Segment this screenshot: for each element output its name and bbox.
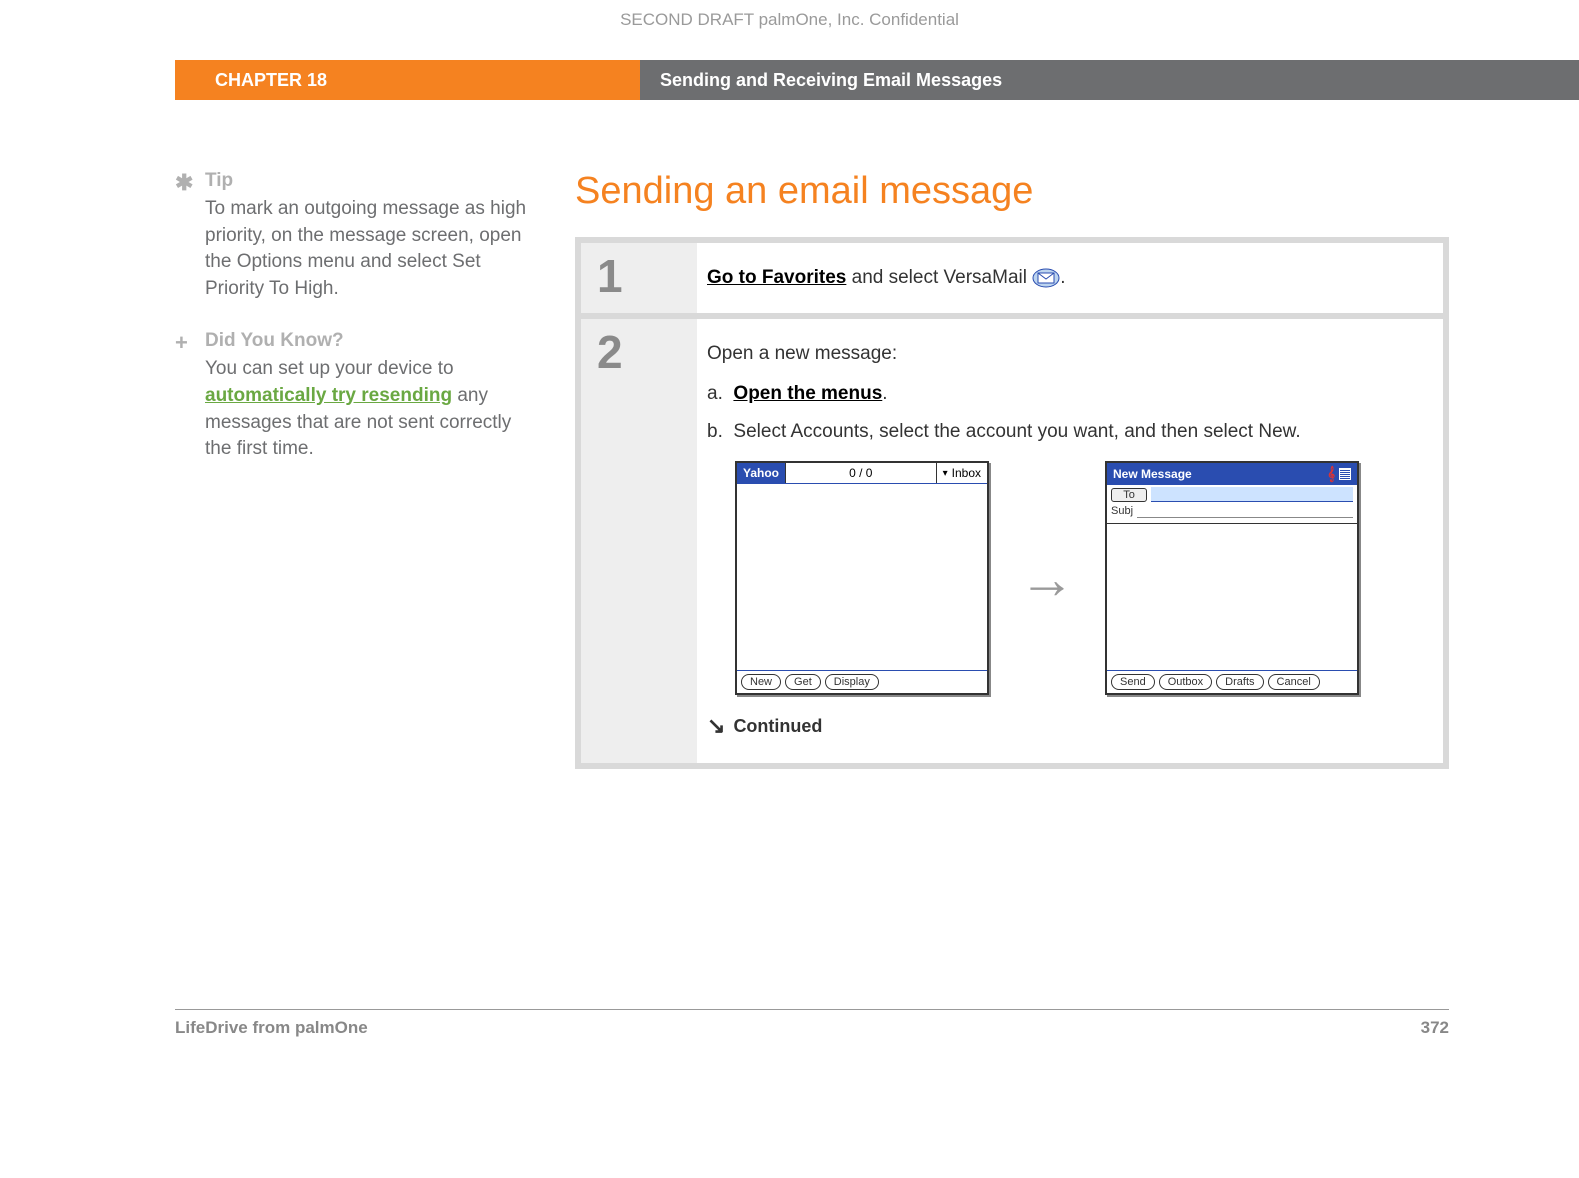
tip-body: To mark an outgoing message as high prio… — [205, 196, 535, 302]
step-body: Go to Favorites and select VersaMail . — [697, 243, 1443, 313]
to-field — [1151, 487, 1353, 502]
substeps: a. Open the menus. b. Select Accounts, s… — [707, 383, 1419, 443]
main-content: Sending an email message 1 Go to Favorit… — [575, 170, 1449, 769]
steps-box: 1 Go to Favorites and select VersaMail . — [575, 237, 1449, 769]
substep-b-label: b. — [707, 421, 723, 442]
newmsg-btn-drafts: Drafts — [1216, 674, 1263, 690]
subj-label: Subj — [1111, 505, 1133, 517]
newmsg-buttons: Send Outbox Drafts Cancel — [1107, 670, 1357, 693]
inbox-buttons: New Get Display — [737, 670, 987, 693]
continued-label: Continued — [733, 716, 822, 737]
step-number: 2 — [581, 313, 697, 763]
did-you-know-block: + Did You Know? You can set up your devi… — [175, 330, 535, 462]
auto-resend-link[interactable]: automatically try resending — [205, 385, 452, 406]
arrow-right-icon: → — [1019, 546, 1075, 611]
dyk-heading: Did You Know? — [205, 330, 535, 352]
versamail-icon — [1032, 268, 1060, 288]
inbox-titlebar: Yahoo 0 / 0 Inbox — [737, 463, 987, 483]
folder-label: Inbox — [937, 463, 987, 483]
open-menus-link[interactable]: Open the menus — [733, 383, 882, 404]
content-row: ✱ Tip To mark an outgoing message as hig… — [0, 170, 1579, 769]
footer: LifeDrive from palmOne 372 — [175, 1009, 1449, 1038]
substep-a-label: a. — [707, 383, 723, 404]
step-body: Open a new message: a. Open the menus. b… — [697, 313, 1443, 763]
step1-text: and select VersaMail — [846, 267, 1032, 288]
confidential-notice: SECOND DRAFT palmOne, Inc. Confidential — [0, 0, 1579, 60]
favorites-link[interactable]: Go to Favorites — [707, 267, 846, 288]
paperclip-icon: 𝄞 — [1327, 466, 1335, 482]
compose-body — [1107, 523, 1357, 670]
page-number: 372 — [1421, 1018, 1449, 1038]
continued-row: ↘ Continued — [707, 713, 1419, 739]
sidebar: ✱ Tip To mark an outgoing message as hig… — [175, 170, 575, 769]
continued-arrow-icon: ↘ — [707, 713, 725, 739]
product-name: LifeDrive from palmOne — [175, 1018, 368, 1038]
newmsg-title-icons: 𝄞 — [1327, 466, 1351, 482]
plus-icon: + — [175, 330, 205, 462]
menu-icon — [1339, 468, 1351, 480]
step1-trail: . — [1060, 267, 1065, 288]
to-row: To — [1111, 487, 1353, 502]
asterisk-icon: ✱ — [175, 170, 205, 302]
inbox-body — [737, 483, 987, 670]
subj-row: Subj — [1111, 503, 1353, 518]
page: SECOND DRAFT palmOne, Inc. Confidential … — [0, 0, 1579, 1078]
step-1: 1 Go to Favorites and select VersaMail . — [581, 243, 1443, 313]
inbox-btn-get: Get — [785, 674, 821, 690]
to-label: To — [1111, 488, 1147, 502]
dyk-body: You can set up your device to automatica… — [205, 356, 535, 462]
tip-block: ✱ Tip To mark an outgoing message as hig… — [175, 170, 535, 302]
header-spacer — [0, 60, 175, 100]
newmsg-fields: To Subj — [1107, 485, 1357, 521]
newmsg-btn-cancel: Cancel — [1268, 674, 1320, 690]
newmsg-title-label: New Message — [1113, 467, 1192, 481]
subj-field — [1137, 503, 1353, 518]
inbox-screenshot: Yahoo 0 / 0 Inbox New Get Display — [735, 461, 989, 695]
substep-b: b. Select Accounts, select the account y… — [707, 421, 1419, 443]
tip-heading: Tip — [205, 170, 535, 192]
newmsg-titlebar: New Message 𝄞 — [1107, 463, 1357, 485]
dyk-body-pre: You can set up your device to — [205, 358, 454, 379]
newmsg-screenshot: New Message 𝄞 To — [1105, 461, 1359, 695]
header-bar: CHAPTER 18 Sending and Receiving Email M… — [0, 60, 1579, 100]
screenshots-row: Yahoo 0 / 0 Inbox New Get Display — [735, 461, 1419, 695]
step2-intro: Open a new message: — [707, 343, 1419, 365]
substep-b-text: Select Accounts, select the account you … — [733, 421, 1300, 442]
counter-label: 0 / 0 — [785, 463, 937, 483]
chapter-label: CHAPTER 18 — [175, 60, 640, 100]
step-number: 1 — [581, 243, 697, 313]
chapter-title: Sending and Receiving Email Messages — [640, 60, 1579, 100]
newmsg-btn-outbox: Outbox — [1159, 674, 1212, 690]
step-2: 2 Open a new message: a. Open the menus.… — [581, 313, 1443, 763]
substep-a-trail: . — [882, 383, 887, 404]
inbox-btn-display: Display — [825, 674, 879, 690]
substep-a: a. Open the menus. — [707, 383, 1419, 405]
newmsg-btn-send: Send — [1111, 674, 1155, 690]
section-heading: Sending an email message — [575, 170, 1449, 213]
account-label: Yahoo — [737, 465, 785, 481]
inbox-btn-new: New — [741, 674, 781, 690]
